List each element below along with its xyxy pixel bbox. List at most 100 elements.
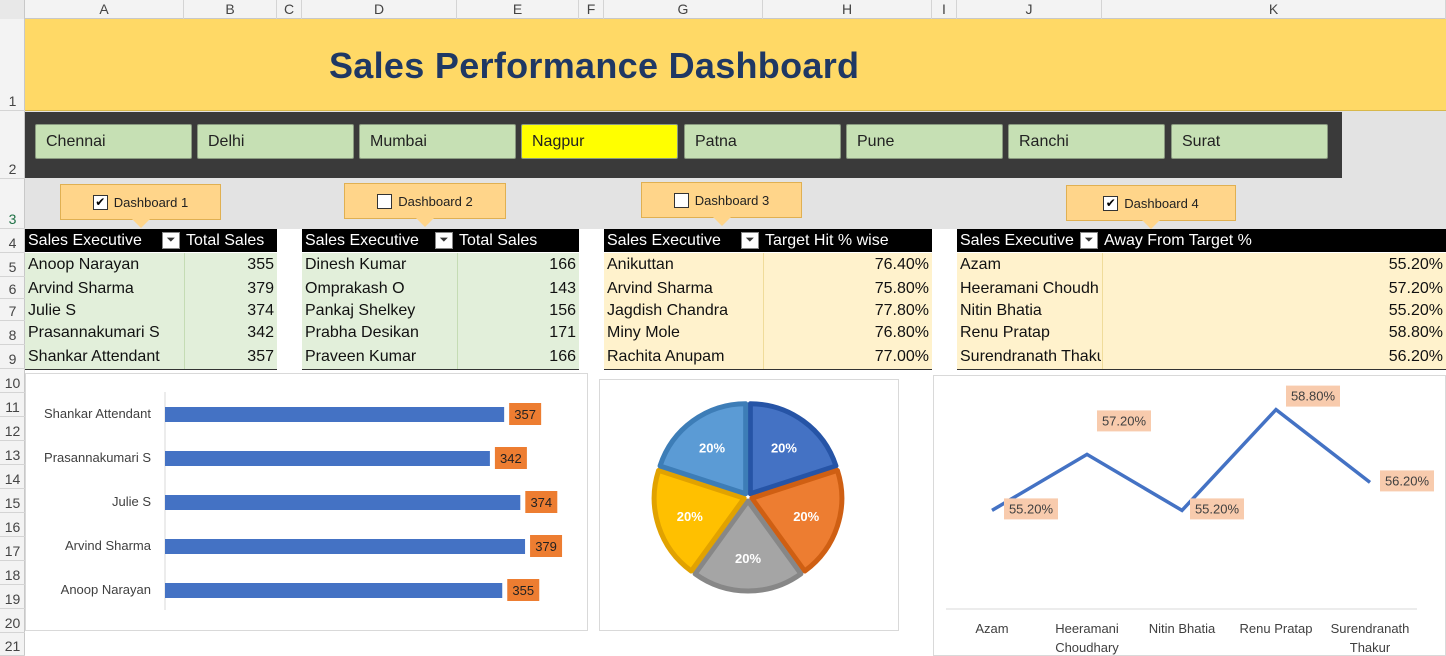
table-cell-name[interactable]: Julie S <box>28 302 183 320</box>
table-cell-name[interactable]: Arvind Sharma <box>607 280 762 298</box>
table-row[interactable]: Pankaj Shelkey 156 <box>302 299 579 321</box>
table-row[interactable]: Prabha Desikan 171 <box>302 321 579 345</box>
table-cell-name[interactable]: Heeramani Choudh <box>960 280 1101 298</box>
table-cell-value[interactable]: 143 <box>457 280 576 298</box>
checkbox[interactable] <box>673 192 689 208</box>
table-row[interactable]: Shankar Attendant 357 <box>25 345 277 369</box>
column-header-f[interactable]: F <box>579 0 604 19</box>
row-header-7[interactable]: 7 <box>0 299 25 321</box>
column-header-d[interactable]: D <box>302 0 457 19</box>
table-row[interactable]: Miny Mole 76.80% <box>604 321 932 345</box>
table-row[interactable]: Rachita Anupam 77.00% <box>604 345 932 369</box>
checkbox[interactable]: ✔ <box>1103 195 1119 211</box>
table-cell-value[interactable]: 57.20% <box>1102 280 1443 298</box>
filter-dropdown-icon[interactable]: ⏷ <box>162 232 180 249</box>
slicer-item-nagpur[interactable]: Nagpur <box>521 124 678 159</box>
dashboard-toggle-3[interactable]: Dashboard 3 <box>641 182 802 226</box>
row-header-3[interactable]: 3 <box>0 179 25 229</box>
dashboard-toggle-4[interactable]: ✔ Dashboard 4 <box>1066 185 1236 229</box>
table-cell-value[interactable]: 77.80% <box>763 302 929 320</box>
column-header-i[interactable]: I <box>932 0 957 19</box>
bar[interactable] <box>165 495 521 510</box>
row-header-21[interactable]: 21 <box>0 633 25 656</box>
table-cell-name[interactable]: Shankar Attendant <box>28 348 183 366</box>
row-header-19[interactable]: 19 <box>0 585 25 609</box>
table-cell-name[interactable]: Dinesh Kumar <box>305 256 456 274</box>
table-cell-name[interactable]: Nitin Bhatia <box>960 302 1101 320</box>
table-row[interactable]: Heeramani Choudh 57.20% <box>957 277 1446 299</box>
slicer-item-chennai[interactable]: Chennai <box>35 124 192 159</box>
table-row[interactable]: Omprakash O 143 <box>302 277 579 299</box>
table-cell-value[interactable]: 58.80% <box>1102 324 1443 342</box>
table-cell-value[interactable]: 166 <box>457 348 576 366</box>
column-header-c[interactable]: C <box>277 0 302 19</box>
slicer-item-delhi[interactable]: Delhi <box>197 124 354 159</box>
table-cell-value[interactable]: 55.20% <box>1102 256 1443 274</box>
table-row[interactable]: Dinesh Kumar 166 <box>302 253 579 277</box>
table-cell-name[interactable]: Azam <box>960 256 1101 274</box>
table-row[interactable]: Azam 55.20% <box>957 253 1446 277</box>
table-cell-value[interactable]: 56.20% <box>1102 348 1443 366</box>
table-cell-name[interactable]: Pankaj Shelkey <box>305 302 456 320</box>
table-row[interactable]: Renu Pratap 58.80% <box>957 321 1446 345</box>
select-all-corner[interactable] <box>0 0 25 19</box>
row-header-16[interactable]: 16 <box>0 513 25 537</box>
pie-chart-box[interactable]: 20% 20% 20% 20% 20% <box>599 379 899 631</box>
table-cell-value[interactable]: 342 <box>184 324 274 342</box>
row-header-12[interactable]: 12 <box>0 417 25 441</box>
row-header-13[interactable]: 13 <box>0 441 25 465</box>
row-header-14[interactable]: 14 <box>0 465 25 489</box>
table-cell-value[interactable]: 55.20% <box>1102 302 1443 320</box>
column-header-j[interactable]: J <box>957 0 1102 19</box>
bar[interactable] <box>165 407 505 422</box>
table-cell-name[interactable]: Renu Pratap <box>960 324 1101 342</box>
table-cell-value[interactable]: 75.80% <box>763 280 929 298</box>
row-header-6[interactable]: 6 <box>0 277 25 299</box>
dashboard-toggle-2[interactable]: Dashboard 2 <box>344 183 506 227</box>
table-row[interactable]: Julie S 374 <box>25 299 277 321</box>
row-header-17[interactable]: 17 <box>0 537 25 561</box>
column-header-e[interactable]: E <box>457 0 579 19</box>
column-header-a[interactable]: A <box>25 0 184 19</box>
line-series[interactable] <box>991 407 1372 513</box>
checkbox[interactable]: ✔ <box>92 194 108 210</box>
table-cell-name[interactable]: Omprakash O <box>305 280 456 298</box>
table-cell-value[interactable]: 374 <box>184 302 274 320</box>
table-cell-name[interactable]: Jagdish Chandra <box>607 302 762 320</box>
table-row[interactable]: Jagdish Chandra 77.80% <box>604 299 932 321</box>
table-row[interactable]: Arvind Sharma 75.80% <box>604 277 932 299</box>
slicer-item-surat[interactable]: Surat <box>1171 124 1328 159</box>
bar[interactable] <box>165 583 503 598</box>
table-cell-name[interactable]: Arvind Sharma <box>28 280 183 298</box>
bar[interactable] <box>165 451 490 466</box>
slicer-item-patna[interactable]: Patna <box>684 124 841 159</box>
row-header-15[interactable]: 15 <box>0 489 25 513</box>
table-cell-value[interactable]: 355 <box>184 256 274 274</box>
table-row[interactable]: Anoop Narayan 355 <box>25 253 277 277</box>
table-cell-name[interactable]: Rachita Anupam <box>607 348 762 366</box>
dashboard-toggle-1[interactable]: ✔ Dashboard 1 <box>60 184 221 228</box>
column-header-b[interactable]: B <box>184 0 277 19</box>
checkbox[interactable] <box>377 193 393 209</box>
table-row[interactable]: Praveen Kumar 166 <box>302 345 579 369</box>
row-header-11[interactable]: 11 <box>0 393 25 417</box>
table-cell-value[interactable]: 76.40% <box>763 256 929 274</box>
slicer-item-ranchi[interactable]: Ranchi <box>1008 124 1165 159</box>
table-cell-name[interactable]: Praveen Kumar <box>305 348 456 366</box>
table-cell-name[interactable]: Prasannakumari S <box>28 324 183 342</box>
filter-dropdown-icon[interactable]: ⏷ <box>435 232 453 249</box>
row-header-18[interactable]: 18 <box>0 561 25 585</box>
row-header-9[interactable]: 9 <box>0 345 25 369</box>
bar-chart-box[interactable]: Shankar Attendant 357 Prasannakumari S 342 J… <box>25 373 588 631</box>
column-header-h[interactable]: H <box>763 0 932 19</box>
table-cell-value[interactable]: 379 <box>184 280 274 298</box>
table-cell-value[interactable]: 171 <box>457 324 576 342</box>
table-row[interactable]: Anikuttan 76.40% <box>604 253 932 277</box>
table-cell-value[interactable]: 166 <box>457 256 576 274</box>
table-cell-value[interactable]: 76.80% <box>763 324 929 342</box>
row-header-2[interactable]: 2 <box>0 111 25 179</box>
row-header-4[interactable]: 4 <box>0 229 25 253</box>
column-header-g[interactable]: G <box>604 0 763 19</box>
column-header-k[interactable]: K <box>1102 0 1446 19</box>
row-header-20[interactable]: 20 <box>0 609 25 633</box>
